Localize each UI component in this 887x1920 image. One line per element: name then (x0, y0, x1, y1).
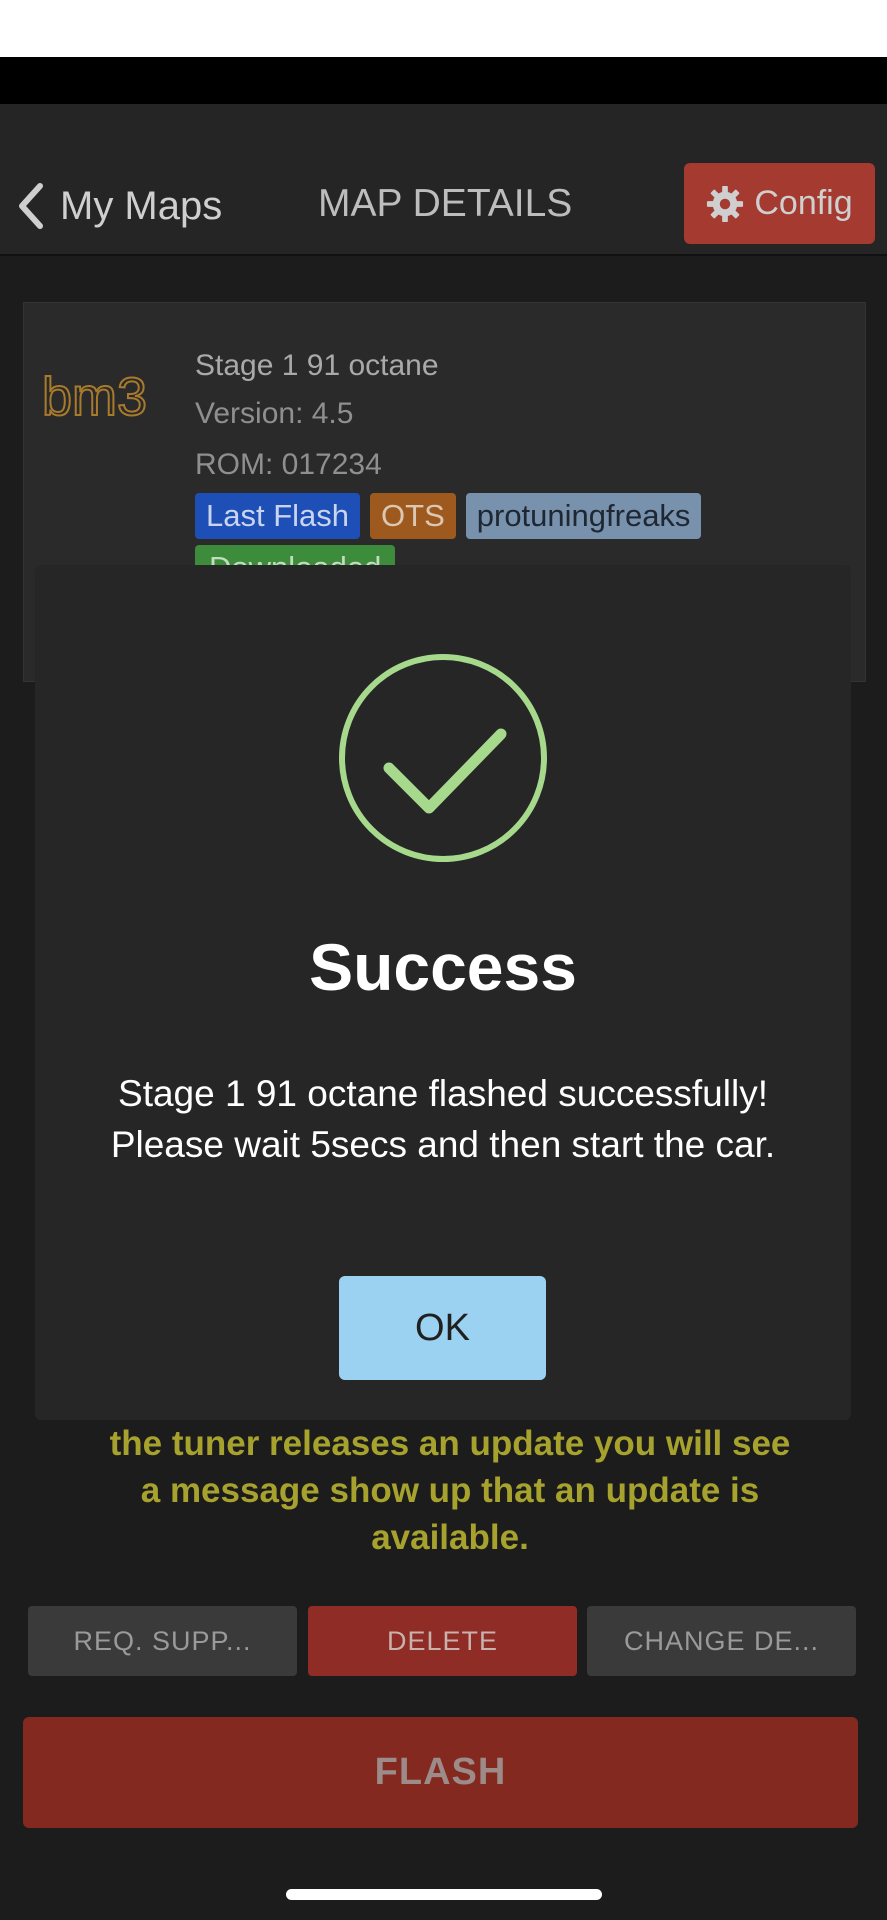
dialog-line-2: Please wait 5secs and then start the car… (110, 1124, 776, 1165)
action-buttons: REQ. SUPP... DELETE CHANGE DE... (28, 1606, 858, 1676)
request-support-button[interactable]: REQ. SUPP... (28, 1606, 297, 1676)
gear-icon (707, 185, 744, 222)
page-title: MAP DETAILS (318, 182, 573, 225)
tag-tuner: protuningfreaks (465, 493, 702, 539)
status-bar (0, 57, 887, 104)
ok-button[interactable]: OK (339, 1276, 546, 1380)
map-rom: ROM: 017234 (195, 448, 382, 481)
tag-last-flash: Last Flash (195, 493, 361, 539)
success-check-icon (339, 654, 547, 862)
flash-button[interactable]: FLASH (23, 1717, 858, 1828)
dialog-title: Success (309, 930, 577, 1004)
chevron-left-icon (19, 183, 43, 229)
back-label: My Maps (60, 183, 223, 228)
svg-text:bm3: bm3 (42, 373, 147, 423)
tag-list: Last Flash OTS protuningfreaks (195, 493, 702, 539)
delete-button[interactable]: DELETE (308, 1606, 577, 1676)
change-description-button[interactable]: CHANGE DE... (587, 1606, 856, 1676)
bm3-logo: bm3 (42, 373, 148, 423)
nav-bar: My Maps MAP DETAILS Config (0, 104, 887, 256)
tag-ots: OTS (370, 493, 456, 539)
update-info-message: the tuner releases an update you will se… (109, 1424, 791, 1557)
config-label: Config (754, 184, 853, 222)
status-bar-top (0, 0, 887, 57)
back-button[interactable]: My Maps (16, 174, 222, 238)
map-name: Stage 1 91 octane (195, 349, 439, 382)
config-button[interactable]: Config (684, 163, 875, 244)
map-version: Version: 4.5 (195, 397, 354, 430)
success-dialog: Success Stage 1 91 octane flashed succes… (35, 565, 851, 1420)
dialog-line-1: Stage 1 91 octane flashed successfully! (118, 1073, 768, 1114)
dialog-message: Stage 1 91 octane flashed successfully! … (65, 1068, 821, 1170)
home-indicator (286, 1889, 602, 1900)
